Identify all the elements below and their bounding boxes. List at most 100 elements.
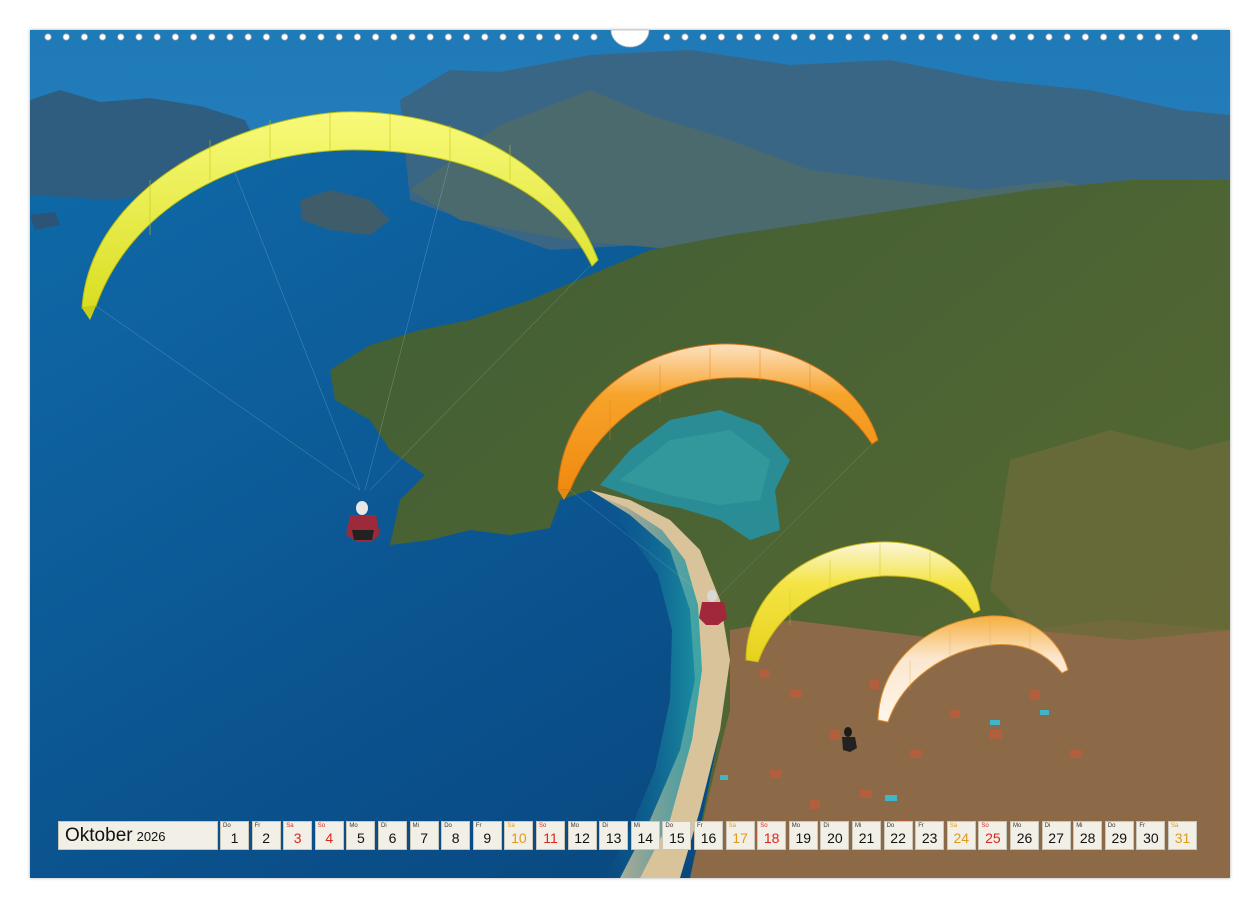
calendar-strip: Oktober 2026 Do 1 Fr 2 Sa 3 So 4 Mo 5 Di 6 Mi 7 Do 8 Fr 9 S… bbox=[58, 821, 1203, 850]
day-weekday: Mo bbox=[1013, 823, 1022, 829]
day-cell: Mi 21 bbox=[852, 821, 881, 850]
day-number: 23 bbox=[921, 830, 938, 846]
day-number: 15 bbox=[669, 830, 685, 846]
day-number: 30 bbox=[1143, 830, 1159, 846]
day-number: 1 bbox=[230, 830, 239, 846]
day-number: 7 bbox=[420, 830, 428, 846]
day-weekday: Sa bbox=[1171, 823, 1179, 829]
day-cell: Fr 16 bbox=[694, 821, 723, 850]
day-number: 25 bbox=[985, 830, 1001, 846]
day-cell: Sa 17 bbox=[725, 821, 755, 850]
day-number: 18 bbox=[763, 830, 780, 846]
day-number: 3 bbox=[293, 830, 302, 846]
day-weekday: Fr bbox=[918, 823, 924, 829]
day-weekday: Do bbox=[1107, 823, 1116, 829]
day-weekday: Do bbox=[665, 823, 674, 829]
day-cell: Fr 30 bbox=[1136, 821, 1166, 850]
day-number: 17 bbox=[732, 830, 748, 846]
day-number: 9 bbox=[483, 830, 492, 846]
day-number: 27 bbox=[1048, 830, 1064, 846]
day-weekday: Mo bbox=[791, 823, 801, 829]
day-cell: So 4 bbox=[314, 821, 344, 850]
day-weekday: So bbox=[981, 823, 989, 829]
day-weekday: Mi bbox=[855, 823, 862, 829]
day-cell: So 25 bbox=[978, 821, 1008, 850]
day-number: 6 bbox=[388, 830, 397, 846]
day-weekday: Sa bbox=[286, 823, 294, 829]
day-weekday: Do bbox=[223, 823, 231, 829]
day-number: 12 bbox=[574, 830, 590, 846]
day-cell: So 11 bbox=[536, 821, 565, 850]
day-number: 4 bbox=[325, 830, 334, 846]
day-cell: Di 20 bbox=[820, 821, 850, 850]
calendar-page: Oktober 2026 Do 1 Fr 2 Sa 3 So 4 Mo 5 Di 6 Mi 7 Do 8 Fr 9 S… bbox=[0, 0, 1260, 908]
day-cell: Mi 28 bbox=[1073, 821, 1103, 850]
day-cell: Fr 2 bbox=[251, 821, 281, 850]
day-weekday: Fr bbox=[1139, 823, 1146, 829]
day-cell: Di 6 bbox=[378, 821, 407, 850]
paragliding-photo bbox=[30, 30, 1230, 878]
day-cell: Mo 19 bbox=[788, 821, 818, 850]
day-cell: Mo 5 bbox=[346, 821, 376, 850]
day-cell: Do 8 bbox=[441, 821, 471, 850]
day-weekday: So bbox=[539, 823, 547, 829]
day-number: 21 bbox=[858, 830, 875, 846]
day-cell: Di 27 bbox=[1041, 821, 1071, 850]
day-cell: Di 13 bbox=[599, 821, 629, 850]
day-weekday: Fr bbox=[254, 823, 261, 829]
day-weekday: Do bbox=[886, 823, 895, 829]
day-number: 28 bbox=[1079, 830, 1096, 846]
day-weekday: Mi bbox=[633, 823, 641, 829]
day-weekday: Sa bbox=[507, 823, 515, 829]
day-cell: Do 29 bbox=[1104, 821, 1134, 850]
day-weekday: So bbox=[760, 823, 768, 829]
day-weekday: Di bbox=[381, 823, 387, 829]
day-number: 8 bbox=[451, 830, 460, 846]
hillside-brown bbox=[990, 430, 1230, 640]
day-cell: Do 1 bbox=[220, 821, 249, 850]
day-number: 11 bbox=[543, 830, 558, 846]
day-number: 5 bbox=[356, 830, 365, 846]
day-weekday: Mo bbox=[570, 823, 579, 829]
day-number: 10 bbox=[511, 830, 527, 846]
day-cell: So 18 bbox=[757, 821, 787, 850]
day-number: 31 bbox=[1174, 830, 1191, 846]
day-weekday: Sa bbox=[949, 823, 958, 829]
day-cell: Sa 31 bbox=[1168, 821, 1197, 850]
day-weekday: Fr bbox=[475, 823, 482, 829]
day-weekday: Fr bbox=[697, 823, 703, 829]
day-cell: Sa 10 bbox=[504, 821, 534, 850]
day-cell: Do 22 bbox=[883, 821, 913, 850]
day-cell: Fr 9 bbox=[472, 821, 502, 850]
day-number: 26 bbox=[1016, 830, 1033, 846]
day-number: 29 bbox=[1111, 830, 1128, 846]
day-weekday: Mo bbox=[349, 823, 358, 829]
day-number: 24 bbox=[953, 830, 970, 846]
day-number: 20 bbox=[827, 830, 843, 846]
day-cell: Mo 12 bbox=[567, 821, 597, 850]
month-label: Oktober 2026 bbox=[58, 821, 218, 850]
month-year: 2026 bbox=[136, 829, 166, 844]
day-number: 16 bbox=[700, 830, 717, 846]
day-weekday: Sa bbox=[728, 823, 736, 829]
day-weekday: Mi bbox=[412, 823, 419, 829]
day-weekday: Mi bbox=[1076, 823, 1083, 829]
day-cell: Mi 7 bbox=[409, 821, 439, 850]
day-weekday: Di bbox=[602, 823, 608, 829]
day-number: 2 bbox=[262, 830, 270, 846]
day-weekday: So bbox=[317, 823, 326, 829]
day-cell: Sa 3 bbox=[283, 821, 313, 850]
day-number: 13 bbox=[605, 830, 622, 846]
day-weekday: Do bbox=[444, 823, 452, 829]
day-cell: Mi 14 bbox=[630, 821, 660, 850]
month-name: Oktober bbox=[65, 825, 133, 846]
day-weekday: Di bbox=[823, 823, 830, 829]
day-weekday: Di bbox=[1044, 823, 1051, 829]
day-cell: Mo 26 bbox=[1010, 821, 1039, 850]
day-cell: Sa 24 bbox=[946, 821, 976, 850]
day-number: 14 bbox=[637, 830, 654, 846]
day-number: 22 bbox=[890, 830, 906, 846]
day-cell: Do 15 bbox=[662, 821, 692, 850]
day-number: 19 bbox=[795, 830, 812, 846]
day-cell: Fr 23 bbox=[915, 821, 945, 850]
